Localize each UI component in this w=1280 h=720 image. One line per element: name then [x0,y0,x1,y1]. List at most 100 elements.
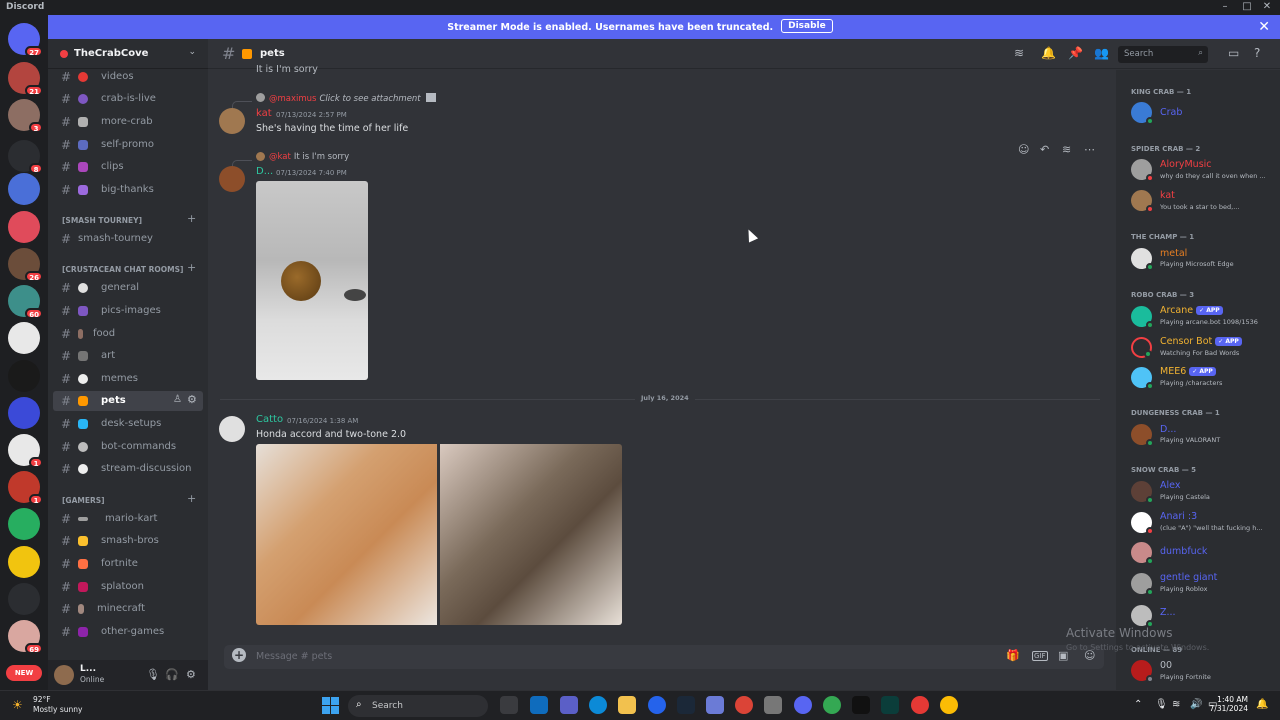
avatar[interactable] [1131,190,1154,213]
gift-icon[interactable]: 🎁 [1006,649,1020,662]
avatar[interactable] [1131,605,1154,628]
home-discord-icon[interactable]: 27 [8,23,43,57]
wifi-icon[interactable]: ≋ [1172,699,1180,710]
kitten-image-tabby[interactable] [440,444,622,625]
microphone-icon[interactable]: 🎙 [146,668,160,681]
channel-minecraft[interactable]: # minecraft [53,599,203,619]
channel-art[interactable]: # art [53,346,203,366]
category-gamers[interactable]: [GAMERS] [62,496,105,505]
discord-taskbar-icon[interactable] [794,696,812,714]
channel-smash-bros[interactable]: # smash-bros [53,531,203,551]
server-icon[interactable]: 1 [8,471,43,505]
channel-memes[interactable]: # memes [53,369,203,389]
member-name[interactable]: AloryMusic [1160,159,1212,170]
server-icon[interactable]: 21 [8,62,43,96]
avatar[interactable] [219,166,245,192]
pin-icon[interactable]: 📌 [1068,46,1083,60]
gear-icon[interactable]: ⚙ [187,393,197,406]
chrome-icon[interactable] [735,696,753,714]
server-icon[interactable] [8,211,40,243]
weather-temp[interactable]: 92°F [33,695,51,704]
member-name[interactable]: Crab [1160,107,1182,118]
avatar[interactable] [1131,159,1154,182]
weather-condition[interactable]: Mostly sunny [33,705,82,714]
app-icon[interactable] [911,696,929,714]
disable-streamer-button[interactable]: Disable [781,19,833,33]
member-name[interactable]: Z... [1160,607,1176,618]
member-name[interactable]: D... [1160,424,1176,435]
add-channel-icon[interactable]: + [187,261,196,274]
server-icon[interactable] [8,173,40,205]
server-icon[interactable] [8,546,40,578]
minimize-icon[interactable]: – [1218,1,1232,12]
avatar[interactable] [1131,424,1154,447]
channel-pics-images[interactable]: # pics-images [53,301,203,321]
category-crustacean[interactable]: [CRUSTACEAN CHAT ROOMS] [62,265,183,274]
gear-icon[interactable]: ⚙ [186,668,196,681]
member-name[interactable]: dumbfuck [1160,546,1207,557]
terminal-icon[interactable] [881,696,899,714]
help-icon[interactable]: ? [1254,46,1260,60]
avatar[interactable] [1131,306,1154,329]
gif-icon[interactable]: GIF [1032,651,1048,661]
channel-other-games[interactable]: # other-games [53,622,203,642]
headphones-icon[interactable]: 🎧 [165,668,179,681]
member-name[interactable]: 00 [1160,660,1172,671]
teams-icon[interactable] [560,696,578,714]
close-window-icon[interactable]: ✕ [1260,1,1274,12]
message-composer[interactable]: + Message # pets 🎁 GIF ▣ ☺ [224,645,1104,669]
channel-mario-kart[interactable]: # mario-kart [53,509,203,529]
channel-pets[interactable]: # pets ♙ ⚙ [53,391,203,411]
search-input[interactable]: Search ⌕ [1118,46,1208,63]
avatar[interactable] [1131,102,1154,125]
avatar[interactable] [219,416,245,442]
reply-preview[interactable]: @kat It is I'm sorry [269,152,349,162]
inbox-icon[interactable]: ▭ [1228,46,1239,60]
app-icon[interactable] [852,696,870,714]
notification-icon[interactable]: 🔔 [1256,699,1268,710]
server-icon[interactable]: 8 [8,140,43,174]
member-name[interactable]: Censor Bot ✓ APP [1160,336,1242,347]
channel-clips[interactable]: # clips [53,157,203,177]
reply-preview[interactable]: @maximus Click to see attachment [269,93,437,104]
channel-more-crab[interactable]: # more-crab [53,112,203,132]
message-author[interactable]: kat [256,108,272,119]
close-banner-icon[interactable]: ✕ [1258,19,1270,35]
chrome-icon[interactable] [940,696,958,714]
file-explorer-icon[interactable] [618,696,636,714]
bell-icon[interactable]: 🔔 [1041,46,1056,60]
thread-icon[interactable]: ≋ [1062,143,1071,156]
add-reaction-icon[interactable]: ☺ [1018,143,1029,156]
server-icon[interactable] [8,322,40,354]
steam-icon[interactable] [677,696,695,714]
maximize-icon[interactable]: □ [1240,1,1254,12]
channel-self-promo[interactable]: # self-promo [53,135,203,155]
app-icon[interactable] [648,696,666,714]
taskbar-search[interactable]: ⌕ Search [348,695,488,717]
channel-crab-is-live[interactable]: # crab-is-live [53,89,203,109]
server-icon[interactable]: 1 [8,434,43,468]
server-icon[interactable]: 69 [8,620,43,654]
task-view-icon[interactable] [500,696,518,714]
category-smash-tourney[interactable]: [SMASH TOURNEY] [62,216,142,225]
threads-icon[interactable]: ≋ [1014,46,1024,60]
new-badge[interactable]: NEW [6,665,42,681]
server-icon[interactable] [8,397,40,429]
channel-general[interactable]: # general [53,278,203,298]
chevron-down-icon[interactable]: ⌄ [188,47,196,57]
kitten-image-orange[interactable] [256,444,437,625]
add-channel-icon[interactable]: + [187,212,196,225]
member-list-icon[interactable]: 👥 [1094,46,1109,60]
message-author[interactable]: D... [256,166,273,177]
reply-icon[interactable]: ↶ [1040,143,1049,156]
sun-icon[interactable]: ☀ [12,698,23,712]
avatar[interactable] [1131,248,1154,271]
attachment-image[interactable] [256,181,368,380]
member-name[interactable]: MEE6 ✓ APP [1160,366,1216,377]
add-attachment-icon[interactable]: + [232,648,246,662]
avatar[interactable] [1131,337,1152,358]
avatar[interactable] [219,108,245,134]
create-invite-icon[interactable]: ♙ [173,394,182,405]
message-author[interactable]: Catto [256,414,283,425]
avatar[interactable] [54,665,74,685]
